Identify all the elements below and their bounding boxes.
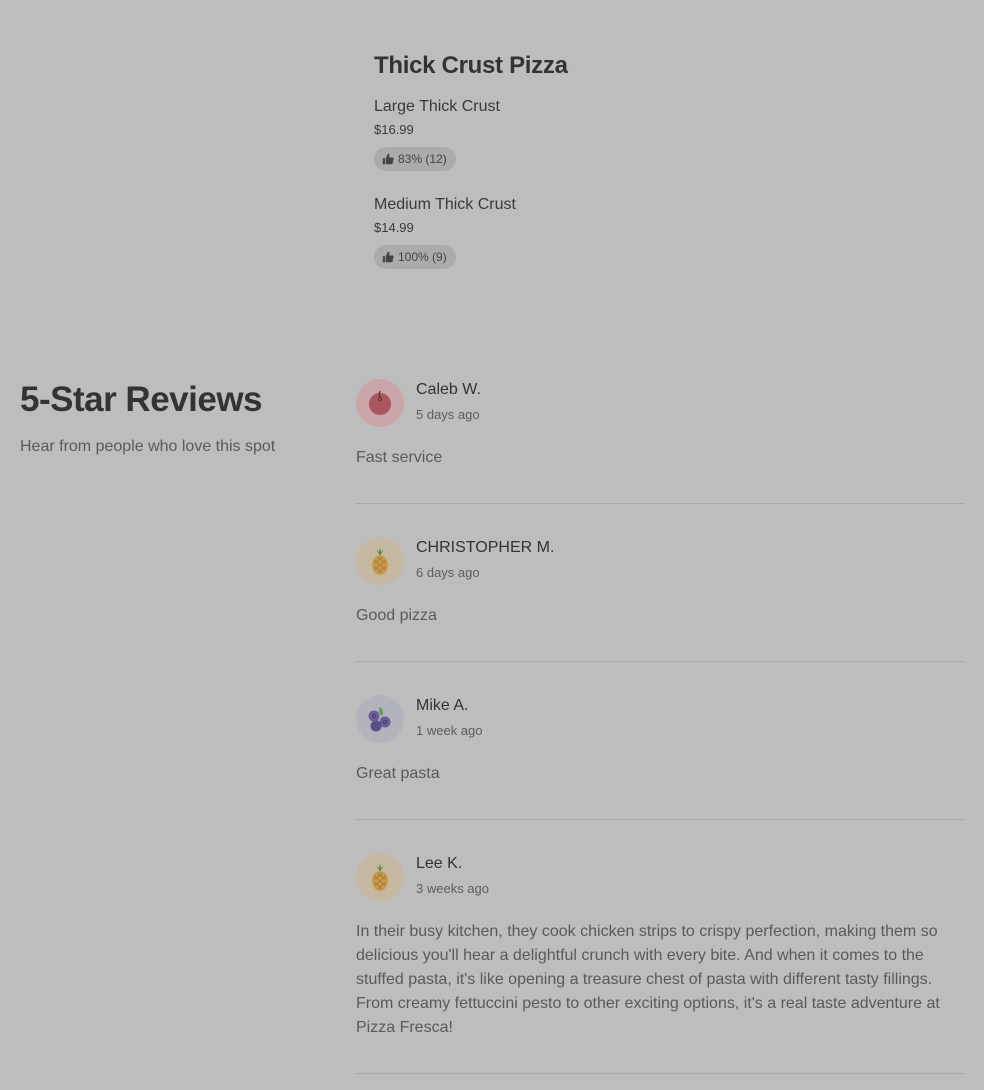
menu-item-price: $14.99 — [374, 220, 414, 235]
avatar — [356, 853, 404, 901]
pineapple-icon — [372, 863, 388, 891]
blueberry-icon — [368, 707, 391, 732]
review-card: Lee K. 3 weeks ago In their busy kitchen… — [356, 853, 964, 1074]
avatar — [356, 537, 404, 585]
menu-category: Thick Crust Pizza Large Thick Crust $16.… — [374, 48, 934, 269]
pineapple-icon — [372, 547, 388, 575]
cherry-icon — [369, 390, 391, 415]
review-card: Mike A. 1 week ago Great pasta — [356, 695, 964, 820]
avatar — [356, 379, 404, 427]
review-time: 1 week ago — [416, 723, 483, 738]
review-text: In their busy kitchen, they cook chicken… — [356, 923, 940, 1036]
rating-text: 100% (9) — [398, 250, 447, 264]
reviews-list: Caleb W. 5 days ago Fast service CHRISTO… — [356, 379, 964, 1074]
review-time: 5 days ago — [416, 407, 480, 422]
review-card: CHRISTOPHER M. 6 days ago Good pizza — [356, 537, 964, 662]
menu-category-title: Thick Crust Pizza — [374, 52, 568, 79]
review-text: Good pizza — [356, 607, 437, 624]
reviews-subtitle: Hear from people who love this spot — [20, 438, 276, 455]
review-card: Caleb W. 5 days ago Fast service — [356, 379, 964, 504]
menu-item[interactable]: Medium Thick Crust $14.99 100% (9) — [374, 194, 934, 269]
rating-text: 83% (12) — [398, 152, 447, 166]
thumbs-up-icon — [382, 251, 394, 263]
rating-badge: 83% (12) — [374, 147, 456, 171]
avatar — [356, 695, 404, 743]
menu-item[interactable]: Large Thick Crust $16.99 83% (12) — [374, 96, 934, 171]
review-text: Great pasta — [356, 765, 440, 782]
review-text: Fast service — [356, 449, 443, 466]
reviewer-name: CHRISTOPHER M. — [416, 539, 555, 556]
menu-item-name: Medium Thick Crust — [374, 196, 516, 213]
reviews-header: 5-Star Reviews Hear from people who love… — [20, 378, 330, 458]
review-time: 3 weeks ago — [416, 881, 489, 896]
reviews-title: 5-Star Reviews — [20, 380, 263, 419]
reviewer-name: Mike A. — [416, 697, 469, 714]
review-time: 6 days ago — [416, 565, 480, 580]
menu-item-price: $16.99 — [374, 122, 414, 137]
rating-badge: 100% (9) — [374, 245, 456, 269]
thumbs-up-icon — [382, 153, 394, 165]
reviewer-name: Caleb W. — [416, 381, 481, 398]
menu-item-name: Large Thick Crust — [374, 98, 500, 115]
reviewer-name: Lee K. — [416, 855, 463, 872]
